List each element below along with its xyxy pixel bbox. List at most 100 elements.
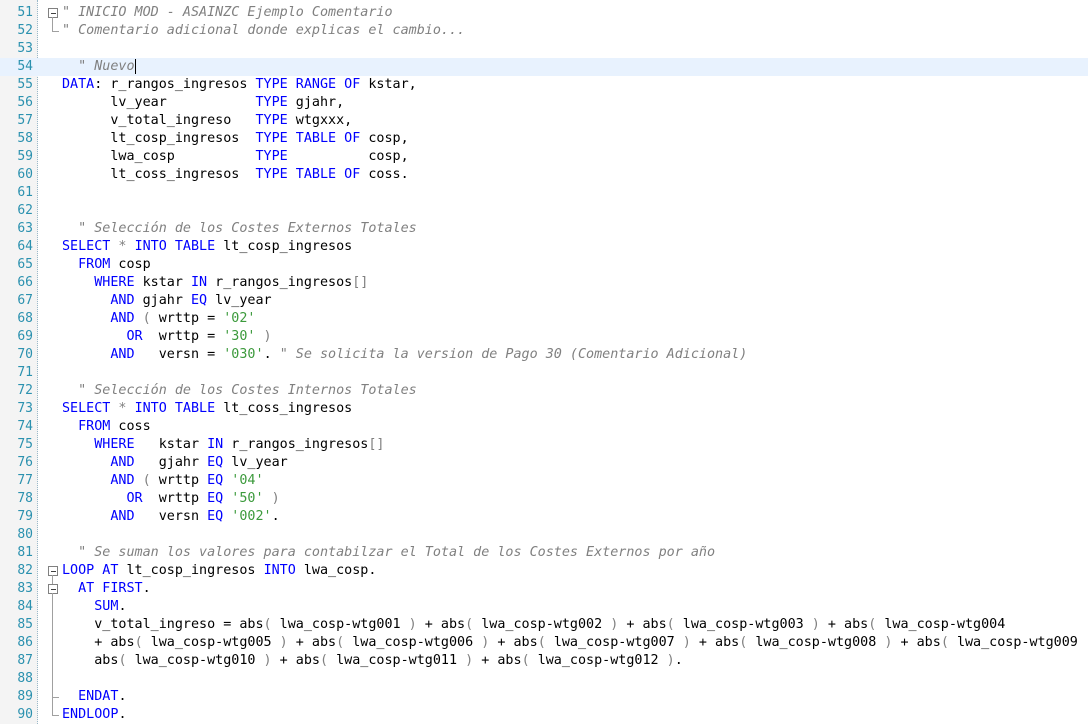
- code-line[interactable]: 65 FROM cosp: [0, 256, 1088, 274]
- code-line[interactable]: 86 + abs( lwa_cosp-wtg005 ) + abs( lwa_c…: [0, 634, 1088, 652]
- code-token: .: [118, 599, 127, 614]
- code-token: (: [134, 473, 159, 488]
- code-line[interactable]: 84 SUM.: [0, 598, 1088, 616]
- code-line[interactable]: 55 DATA: r_rangos_ingresos TYPE RANGE OF …: [0, 76, 1088, 94]
- line-number: 78: [17, 491, 33, 506]
- code-line[interactable]: 63 " Selección de los Costes Externos To…: [0, 220, 1088, 238]
- code-line[interactable]: 51 " INICIO MOD - ASAINZC Ejemplo Comenta…: [0, 4, 1088, 22]
- code-line[interactable]: 75 WHERE kstar IN r_rangos_ingresos[]: [0, 436, 1088, 454]
- code-token: : r_rangos_ingresos: [94, 77, 256, 92]
- code-token: kstar: [134, 275, 191, 290]
- code-token: SELECT: [62, 239, 111, 254]
- code-token: + abs: [489, 635, 538, 650]
- code-line[interactable]: 59 lwa_cosp TYPE cosp,: [0, 148, 1088, 166]
- line-number: 63: [17, 221, 33, 236]
- code-token: AND: [110, 509, 135, 524]
- code-line[interactable]: 76 AND gjahr EQ lv_year: [0, 454, 1088, 472]
- code-token: ): [457, 653, 474, 668]
- code-text: SELECT * INTO TABLE lt_coss_ingresos: [62, 400, 352, 418]
- code-text: WHERE kstar IN r_rangos_ingresos[]: [62, 436, 384, 454]
- code-line[interactable]: 54 " Nuevo: [0, 58, 1088, 76]
- code-line[interactable]: 53: [0, 40, 1088, 58]
- code-token: + abs: [690, 635, 740, 650]
- code-token: *: [110, 239, 135, 254]
- code-line[interactable]: 64 SELECT * INTO TABLE lt_cosp_ingresos: [0, 238, 1088, 256]
- code-line[interactable]: 61: [0, 184, 1088, 202]
- code-token: " Comentario adicional donde explicas el…: [62, 23, 466, 38]
- code-line[interactable]: 66 WHERE kstar IN r_rangos_ingresos[]: [0, 274, 1088, 292]
- line-number: 73: [17, 401, 33, 416]
- code-line[interactable]: 85 v_total_ingreso = abs( lwa_cosp-wtg00…: [0, 616, 1088, 634]
- code-token: TYPE TABLE OF: [255, 131, 361, 146]
- code-line[interactable]: 74 FROM coss: [0, 418, 1088, 436]
- code-token: lwa_cosp: [62, 149, 256, 164]
- code-token: SUM: [94, 599, 119, 614]
- code-line[interactable]: 88: [0, 670, 1088, 688]
- code-token: lwa_cosp.: [295, 563, 377, 578]
- code-token: (: [739, 635, 756, 650]
- code-token: .: [263, 347, 280, 362]
- code-line[interactable]: 82 LOOP AT lt_cosp_ingresos INTO lwa_cosp…: [0, 562, 1088, 580]
- code-line[interactable]: 72 " Selección de los Costes Internos To…: [0, 382, 1088, 400]
- code-editor[interactable]: 51 " INICIO MOD - ASAINZC Ejemplo Comenta…: [0, 0, 1088, 724]
- code-line[interactable]: 56 lv_year TYPE gjahr,: [0, 94, 1088, 112]
- code-token: ): [400, 617, 417, 632]
- line-number: 74: [17, 419, 33, 434]
- code-text: + abs( lwa_cosp-wtg005 ) + abs( lwa_cosp…: [62, 634, 1078, 652]
- code-text: abs( lwa_cosp-wtg010 ) + abs( lwa_cosp-w…: [62, 652, 683, 670]
- code-line[interactable]: 70 AND versn = '030'. " Se solicita la v…: [0, 346, 1088, 364]
- code-line[interactable]: 68 AND ( wrttp = '02': [0, 310, 1088, 328]
- code-token: " Se suman los valores para contabilzar …: [62, 545, 716, 560]
- code-token: r_rangos_ingresos: [207, 275, 353, 290]
- code-token: versn: [134, 509, 208, 524]
- fold-guide-icon: [48, 22, 60, 40]
- code-token: (: [320, 653, 337, 668]
- collapse-toggle-icon[interactable]: [48, 580, 60, 598]
- collapse-toggle-icon[interactable]: [48, 562, 60, 580]
- code-text: v_total_ingreso = abs( lwa_cosp-wtg001 )…: [62, 616, 1005, 634]
- code-token: cosp: [110, 257, 151, 272]
- code-text: " Se suman los valores para contabilzar …: [62, 544, 715, 562]
- code-line[interactable]: 62: [0, 202, 1088, 220]
- code-token: TYPE: [255, 149, 288, 164]
- code-line[interactable]: 78 OR wrttp EQ '50' ): [0, 490, 1088, 508]
- code-line[interactable]: 90 ENDLOOP.: [0, 706, 1088, 724]
- line-number: 58: [17, 131, 33, 146]
- line-number: 64: [17, 239, 33, 254]
- code-line[interactable]: 71: [0, 364, 1088, 382]
- code-line[interactable]: 77 AND ( wrttp EQ '04': [0, 472, 1088, 490]
- code-token: FROM: [78, 419, 111, 434]
- code-token: gjahr: [134, 455, 208, 470]
- code-line[interactable]: 57 v_total_ingreso TYPE wtgxxx,: [0, 112, 1088, 130]
- code-line[interactable]: 73 SELECT * INTO TABLE lt_coss_ingresos: [0, 400, 1088, 418]
- code-token: cosp,: [287, 149, 409, 164]
- code-line[interactable]: 67 AND gjahr EQ lv_year: [0, 292, 1088, 310]
- code-line[interactable]: 52 " Comentario adicional donde explicas …: [0, 22, 1088, 40]
- code-line[interactable]: 58 lt_cosp_ingresos TYPE TABLE OF cosp,: [0, 130, 1088, 148]
- code-line[interactable]: 83 AT FIRST.: [0, 580, 1088, 598]
- code-token: ): [473, 635, 490, 650]
- collapse-toggle-icon[interactable]: [48, 4, 60, 22]
- code-token: (: [537, 635, 554, 650]
- code-line[interactable]: 69 OR wrttp = '30' ): [0, 328, 1088, 346]
- code-line[interactable]: 81 " Se suman los valores para contabilz…: [0, 544, 1088, 562]
- code-line[interactable]: 89 ENDAT.: [0, 688, 1088, 706]
- code-token: (: [940, 635, 957, 650]
- code-token: (: [521, 653, 538, 668]
- code-text: LOOP AT lt_cosp_ingresos INTO lwa_cosp.: [62, 562, 376, 580]
- code-token: INTO TABLE: [134, 401, 216, 416]
- code-token: wrttp =: [142, 329, 224, 344]
- code-line[interactable]: 80: [0, 526, 1088, 544]
- code-token: " Nuevo: [62, 59, 135, 74]
- code-line[interactable]: 79 AND versn EQ '002'.: [0, 508, 1088, 526]
- code-line[interactable]: 87 abs( lwa_cosp-wtg010 ) + abs( lwa_cos…: [0, 652, 1088, 670]
- code-token: lwa_cosp-wtg012: [537, 653, 659, 668]
- code-token: EQ: [207, 455, 224, 470]
- code-token: '002': [223, 509, 272, 524]
- code-token: '50': [223, 491, 264, 506]
- code-line[interactable]: 60 lt_coss_ingresos TYPE TABLE OF coss.: [0, 166, 1088, 184]
- code-token: lwa_cosp-wtg010: [134, 653, 256, 668]
